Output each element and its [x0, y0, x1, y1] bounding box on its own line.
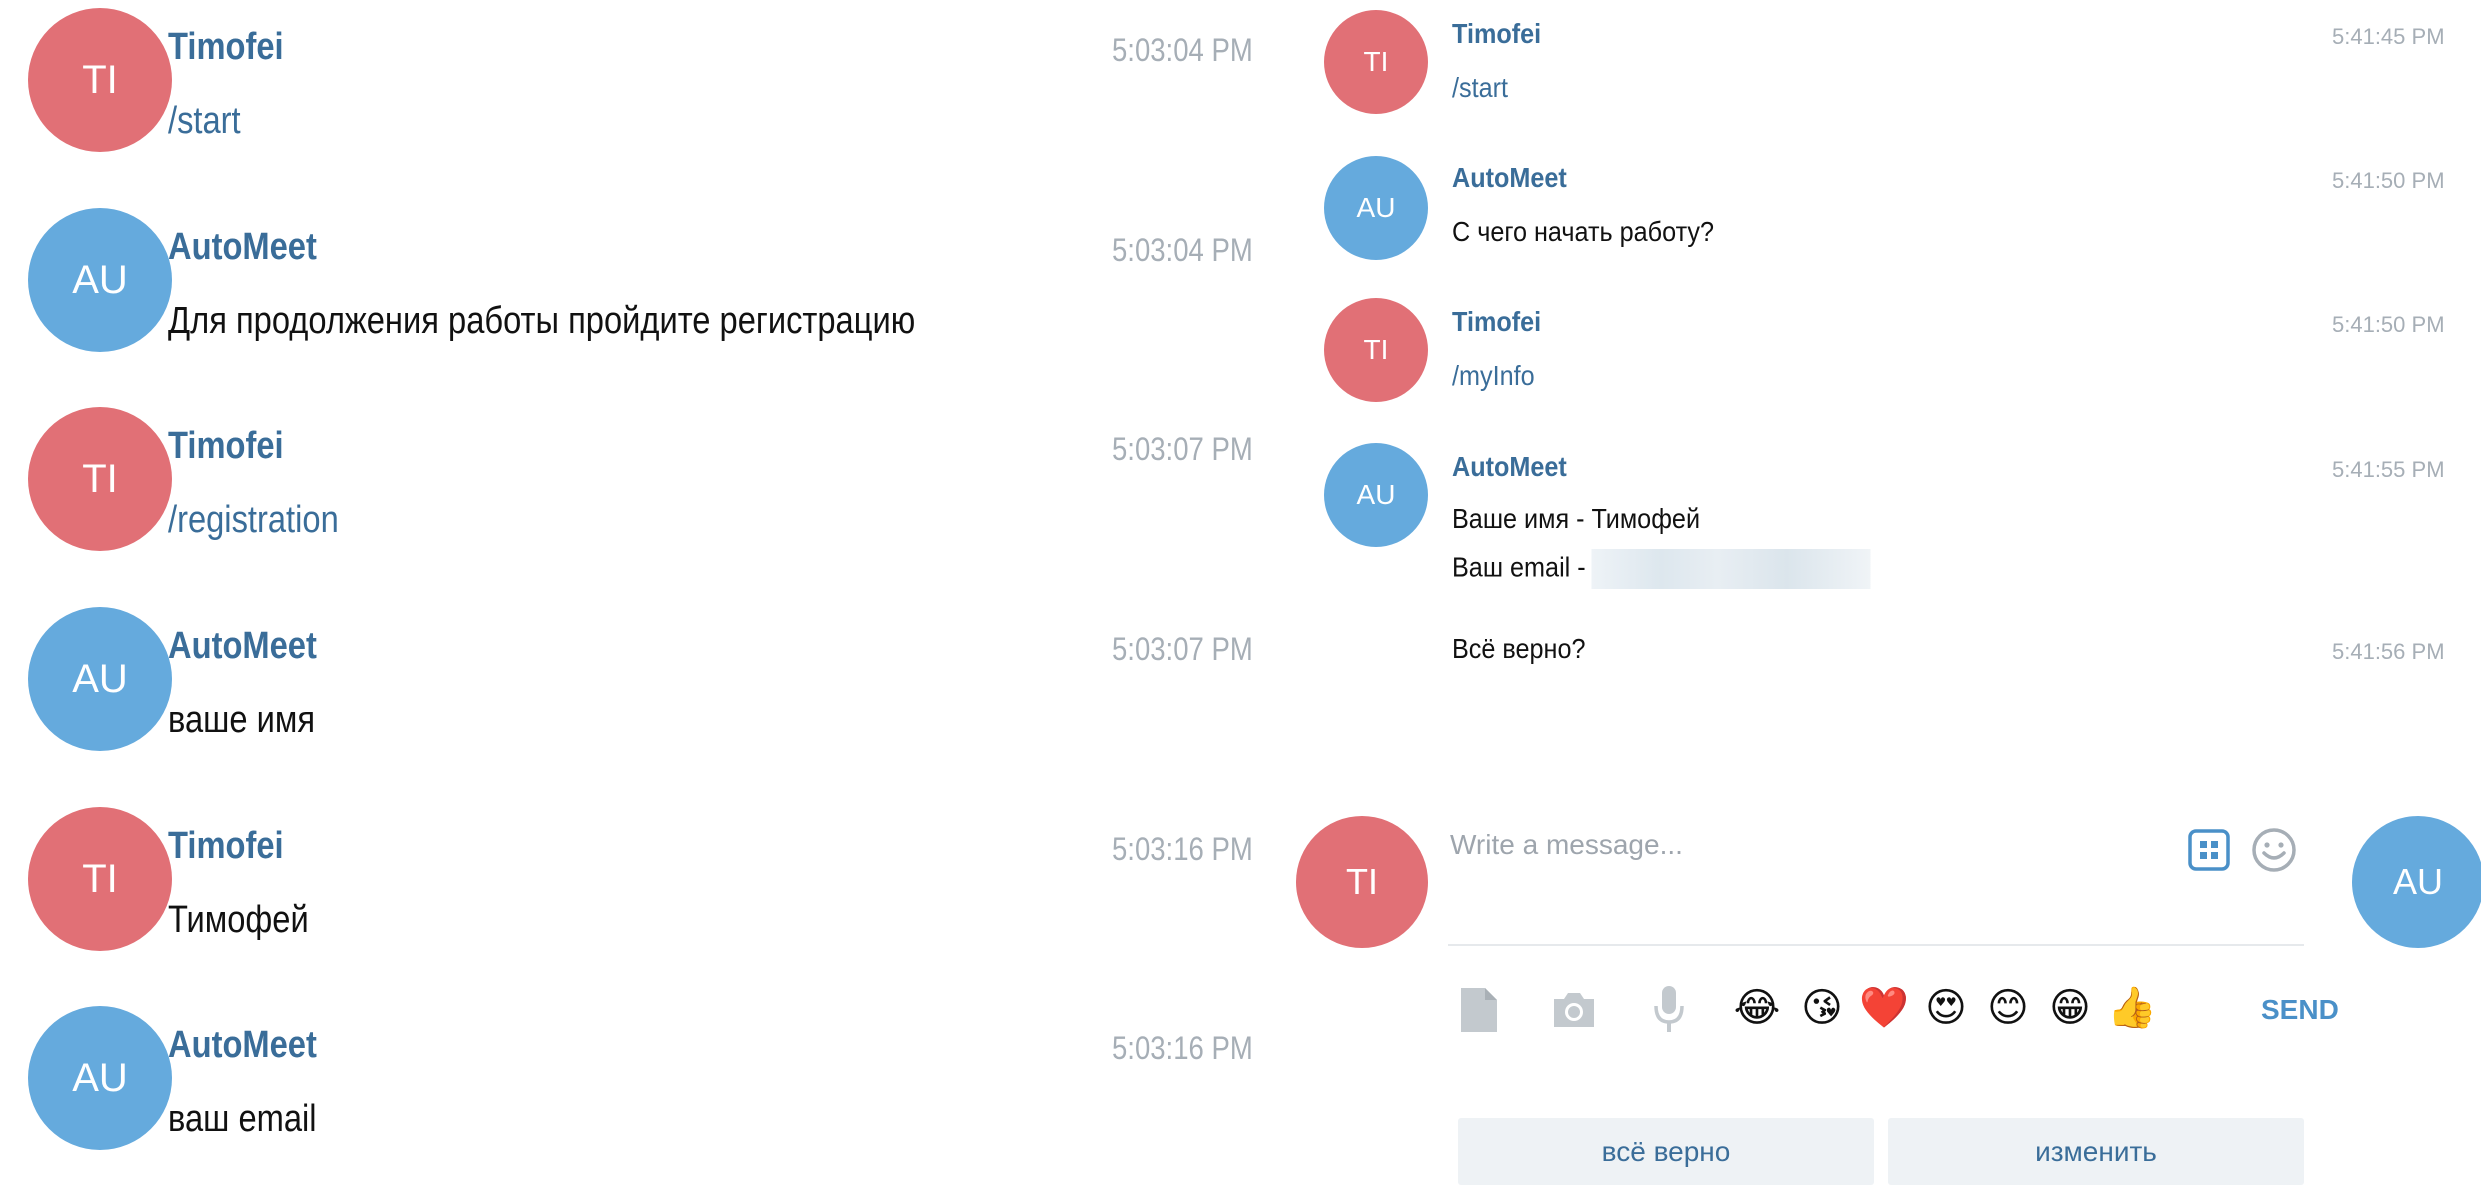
- message-time: 5:03:04 PM: [1112, 232, 1253, 268]
- emoji-thumbs-up[interactable]: 👍: [2106, 982, 2158, 1034]
- keyboard-icon[interactable]: [2181, 822, 2237, 878]
- keyboard-button-correct[interactable]: всё верно: [1458, 1118, 1874, 1185]
- send-button[interactable]: SEND: [2261, 984, 2351, 1036]
- avatar[interactable]: TI: [28, 8, 172, 152]
- message-text[interactable]: /start: [168, 100, 241, 143]
- message-author[interactable]: AutoMeet: [168, 1024, 317, 1067]
- message-time: 5:41:56 PM: [2332, 639, 2445, 664]
- message-text[interactable]: /registration: [168, 499, 339, 542]
- message-author[interactable]: AutoMeet: [168, 226, 317, 269]
- my-avatar[interactable]: TI: [1296, 816, 1428, 948]
- message-text: ваше имя: [168, 699, 316, 741]
- message-text[interactable]: /start: [1452, 72, 1508, 104]
- avatar[interactable]: AU: [28, 208, 172, 352]
- message-time: 5:03:16 PM: [1112, 831, 1253, 867]
- emoji-grin[interactable]: 😁: [2044, 982, 2096, 1034]
- message-text[interactable]: /myInfo: [1452, 360, 1535, 392]
- avatar[interactable]: AU: [28, 1006, 172, 1150]
- message-time: 5:03:07 PM: [1112, 431, 1253, 467]
- avatar[interactable]: TI: [1324, 10, 1428, 114]
- avatar[interactable]: AU: [1324, 443, 1428, 547]
- message-text: Для продолжения работы пройдите регистра…: [168, 300, 916, 342]
- emoji-heart[interactable]: ❤️: [1858, 982, 1910, 1034]
- message-text: Всё верно?: [1452, 633, 1586, 664]
- redacted-email: [1591, 549, 1871, 589]
- message-author[interactable]: AutoMeet: [1452, 451, 1567, 483]
- message-text: Ваш email -: [1452, 549, 1871, 589]
- composer-divider: [1448, 944, 2304, 946]
- message-author[interactable]: Timofei: [168, 825, 284, 868]
- bot-avatar[interactable]: AU: [2352, 816, 2481, 948]
- keyboard-button-change[interactable]: изменить: [1888, 1118, 2304, 1185]
- emoji-heart-eyes[interactable]: 😍: [1920, 982, 1972, 1034]
- message-author[interactable]: AutoMeet: [1452, 162, 1567, 194]
- avatar[interactable]: TI: [28, 807, 172, 951]
- emoji-kiss[interactable]: 😘: [1796, 982, 1848, 1034]
- message-text: С чего начать работу?: [1452, 216, 1715, 247]
- camera-icon[interactable]: [1546, 982, 1602, 1038]
- message-text: ваш email: [168, 1098, 317, 1140]
- avatar[interactable]: TI: [1324, 298, 1428, 402]
- message-text: Ваше имя - Тимофей: [1452, 503, 1701, 534]
- message-author[interactable]: Timofei: [1452, 18, 1541, 50]
- message-text-line: Ваш email -: [1452, 551, 1586, 583]
- avatar[interactable]: AU: [1324, 156, 1428, 260]
- smile-icon[interactable]: [2246, 822, 2302, 878]
- message-time: 5:41:50 PM: [2332, 168, 2445, 193]
- message-composer: TI AU: [1296, 800, 2481, 1185]
- message-author[interactable]: Timofei: [1452, 306, 1541, 338]
- avatar[interactable]: AU: [28, 607, 172, 751]
- message-time: 5:41:55 PM: [2332, 457, 2445, 482]
- message-author[interactable]: Timofei: [168, 425, 284, 468]
- message-author[interactable]: Timofei: [168, 26, 284, 69]
- avatar[interactable]: TI: [28, 407, 172, 551]
- message-time: 5:41:50 PM: [2332, 312, 2445, 337]
- message-time: 5:03:16 PM: [1112, 1030, 1253, 1066]
- message-author[interactable]: AutoMeet: [168, 625, 317, 668]
- file-icon[interactable]: [1451, 982, 1507, 1038]
- message-input[interactable]: [1448, 814, 2072, 876]
- emoji-blush[interactable]: 😊: [1982, 982, 2034, 1034]
- message-time: 5:03:07 PM: [1112, 631, 1253, 667]
- microphone-icon[interactable]: [1641, 982, 1697, 1038]
- message-time: 5:41:45 PM: [2332, 24, 2445, 49]
- message-text: Тимофей: [168, 899, 309, 941]
- emoji-joy[interactable]: 😂: [1731, 982, 1783, 1034]
- message-time: 5:03:04 PM: [1112, 32, 1253, 68]
- left-chat-panel: TI Timofei 5:03:04 PM /start AU AutoMeet…: [0, 0, 1260, 1185]
